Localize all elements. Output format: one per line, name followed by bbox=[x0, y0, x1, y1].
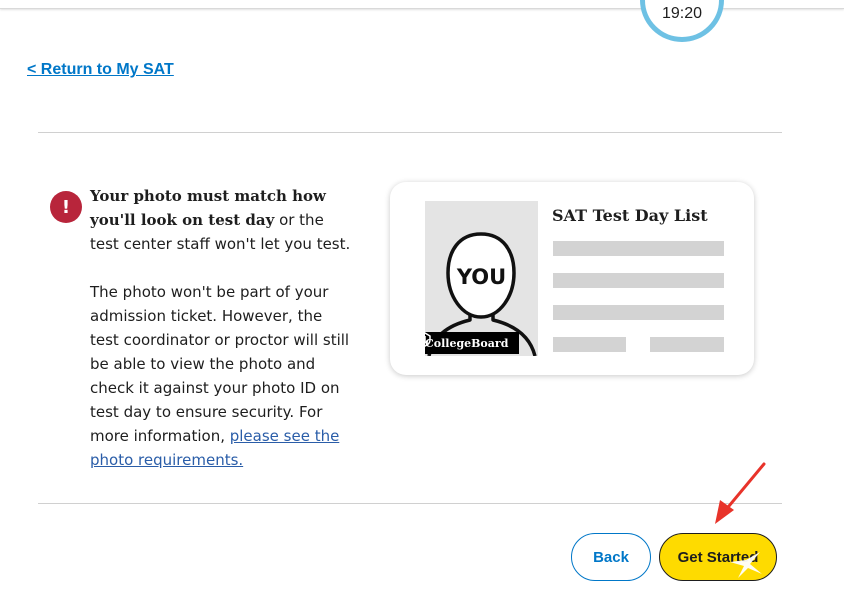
sparkle-icon bbox=[730, 552, 762, 578]
card-title: SAT Test Day List bbox=[552, 206, 708, 225]
annotation-arrow-icon bbox=[715, 462, 766, 524]
countdown-timer: 19:20 bbox=[640, 0, 724, 42]
collegeboard-logo-text: CollegeBoard bbox=[425, 336, 509, 350]
placeholder-line-4a bbox=[553, 337, 626, 352]
placeholder-line-3 bbox=[553, 305, 724, 320]
sat-test-day-card: YOU CollegeBoard SAT Test Day List bbox=[390, 182, 754, 375]
timer-value: 19:20 bbox=[661, 5, 703, 22]
photo-notice: Your photo must match how you'll look on… bbox=[90, 184, 352, 472]
back-button[interactable]: Back bbox=[571, 533, 651, 581]
photo-placeholder: YOU CollegeBoard bbox=[425, 201, 538, 356]
photo-label: YOU bbox=[456, 265, 507, 289]
info-text: The photo won't be part of your admissio… bbox=[90, 283, 350, 445]
placeholder-line-1 bbox=[553, 241, 724, 256]
placeholder-line-4b bbox=[650, 337, 724, 352]
info-paragraph: The photo won't be part of your admissio… bbox=[90, 280, 352, 472]
notice-paragraph: Your photo must match how you'll look on… bbox=[90, 184, 352, 256]
return-to-my-sat-link[interactable]: < Return to My SAT bbox=[27, 61, 174, 79]
divider-top bbox=[38, 132, 782, 133]
alert-icon: ! bbox=[50, 191, 82, 223]
acorn-icon bbox=[425, 332, 431, 347]
placeholder-line-2 bbox=[553, 273, 724, 288]
divider-bottom bbox=[38, 503, 782, 504]
collegeboard-logo: CollegeBoard bbox=[425, 332, 519, 354]
